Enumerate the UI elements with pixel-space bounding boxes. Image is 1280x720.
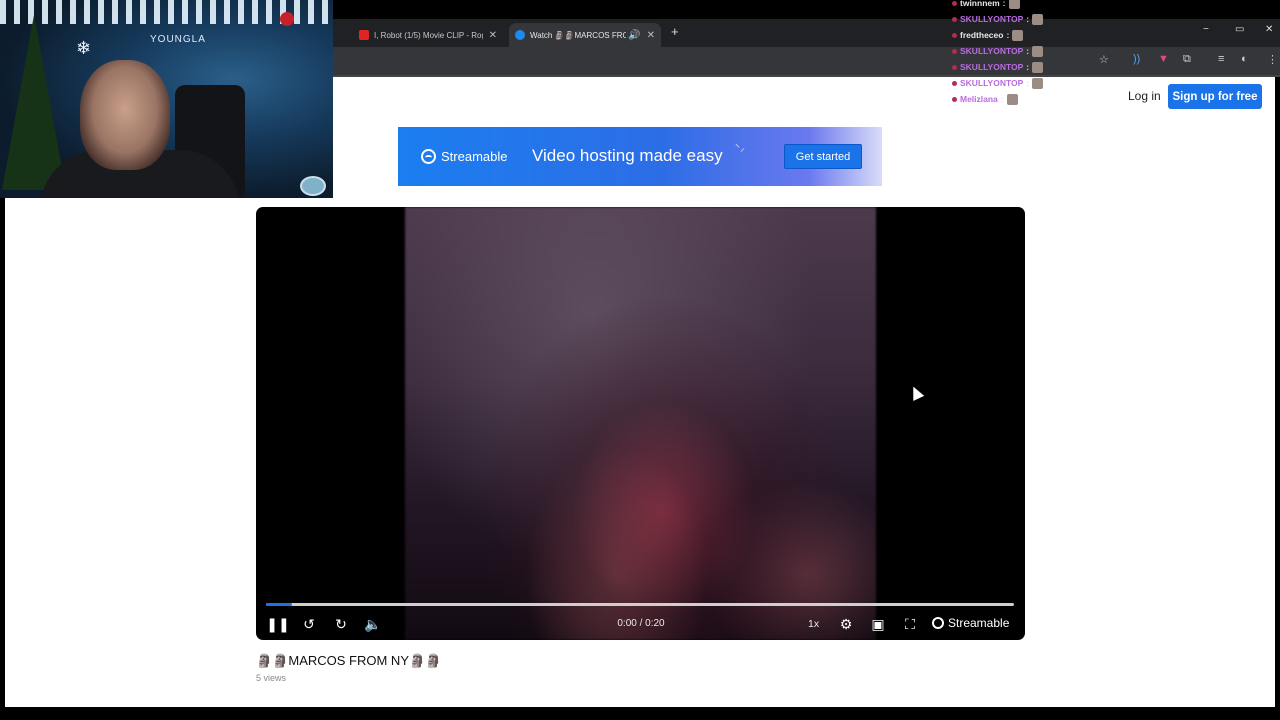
chat-separator: : bbox=[1026, 46, 1030, 56]
badge-icon bbox=[952, 96, 957, 102]
snow-globe-icon bbox=[300, 176, 326, 196]
chat-separator: : bbox=[1026, 62, 1030, 72]
badge-icon bbox=[952, 80, 957, 86]
sparkle-icon: ⸌⸝ bbox=[735, 143, 745, 154]
chat-username: SKULLYONTOP bbox=[960, 14, 1024, 24]
get-started-button[interactable]: Get started bbox=[784, 144, 862, 169]
banner-logo: Streamable bbox=[421, 149, 507, 164]
screen: I, Robot (1/5) Movie CLIP - Rog ✕ Watch … bbox=[0, 0, 1280, 720]
chat-separator: : bbox=[1026, 14, 1030, 24]
signup-button[interactable]: Sign up for free bbox=[1168, 84, 1262, 109]
chat-separator: : bbox=[1006, 30, 1010, 40]
kebab-menu-icon[interactable]: ⋮ bbox=[1267, 53, 1278, 66]
forward-icon[interactable]: ↻ bbox=[333, 615, 349, 633]
tab-youtube[interactable]: I, Robot (1/5) Movie CLIP - Rog ✕ bbox=[353, 23, 503, 47]
extension-icon[interactable]: ▼ bbox=[1158, 53, 1169, 65]
promo-banner[interactable]: Streamable Video hosting made easy ⸌⸝ Ge… bbox=[398, 127, 882, 186]
streamable-logo-icon bbox=[932, 617, 944, 629]
chat-separator: : bbox=[1000, 94, 1004, 104]
badge-icon bbox=[952, 16, 957, 22]
minimize-icon[interactable]: − bbox=[1203, 24, 1209, 35]
picture-in-picture-icon[interactable]: ▣ bbox=[870, 615, 886, 633]
banner-tagline: Video hosting made easy bbox=[532, 146, 723, 165]
progress-bar[interactable] bbox=[266, 603, 1014, 606]
volume-icon[interactable]: 🔈 bbox=[364, 615, 382, 633]
video-title: 🗿🗿MARCOS FROM NY🗿🗿 bbox=[256, 653, 442, 668]
login-link[interactable]: Log in bbox=[1128, 89, 1161, 103]
emote-icon bbox=[1032, 13, 1044, 25]
snowflake-icon: ❄ bbox=[76, 38, 92, 58]
chat-username: fredtheceo bbox=[960, 30, 1004, 40]
badge-icon bbox=[952, 64, 957, 70]
chat-message: SKULLYONTOP: bbox=[952, 43, 1072, 59]
chat-message: SKULLYONTOP: bbox=[952, 59, 1072, 75]
youtube-icon bbox=[359, 30, 369, 40]
emote-icon bbox=[1012, 29, 1024, 41]
streamer-head bbox=[80, 60, 170, 170]
player-brand-label: Streamable bbox=[948, 616, 1010, 630]
media-control-icon[interactable]: ≡ bbox=[1218, 53, 1224, 65]
chat-message: Melizlana: bbox=[952, 91, 1072, 107]
chat-username: SKULLYONTOP bbox=[960, 46, 1024, 56]
badge-icon bbox=[952, 32, 957, 38]
emote-icon bbox=[1032, 45, 1044, 57]
streamable-icon bbox=[515, 30, 525, 40]
emote-icon bbox=[1006, 93, 1018, 105]
badge-icon bbox=[952, 48, 957, 54]
video-player[interactable]: ❚❚ ↺ ↻ 🔈 0:00 / 0:20 1x ⚙ ▣ ⛶ Streamable bbox=[256, 207, 1025, 640]
christmas-tree-icon bbox=[2, 15, 66, 190]
pause-icon[interactable]: ❚❚ bbox=[266, 615, 289, 633]
progress-fill bbox=[266, 603, 293, 606]
chat-message: fredtheceo: bbox=[952, 27, 1072, 43]
chat-message: SKULLYONTOP: bbox=[952, 11, 1072, 27]
badge-icon bbox=[952, 0, 957, 6]
emote-icon bbox=[1032, 61, 1044, 73]
new-tab-button[interactable]: + bbox=[671, 24, 679, 39]
wall-logo: YOUNGLA bbox=[150, 34, 206, 45]
banner-brand: Streamable bbox=[441, 149, 508, 164]
webcam-overlay: ❄ YOUNGLA bbox=[0, 0, 333, 198]
chat-overlay: twinnnem: SKULLYONTOP: fredtheceo: SKULLYON… bbox=[952, 0, 1072, 107]
profile-avatar[interactable]: ◐ bbox=[1241, 53, 1248, 65]
close-window-icon[interactable]: ✕ bbox=[1265, 24, 1273, 35]
chat-username: SKULLYONTOP bbox=[960, 62, 1024, 72]
speaker-icon[interactable]: 🔊 bbox=[628, 30, 640, 41]
extension-translate-icon[interactable]: )) bbox=[1133, 53, 1140, 65]
chat-username: twinnnem bbox=[960, 0, 1000, 8]
browser-toolbar: ☆ )) ▼ ⧉ ≡ ◐ ⋮ bbox=[333, 47, 1280, 75]
tab-streamable[interactable]: Watch 🗿🗿MARCOS FROM 🔊 ✕ bbox=[509, 23, 661, 47]
tab-title: I, Robot (1/5) Movie CLIP - Rog bbox=[374, 30, 483, 40]
fullscreen-icon[interactable]: ⛶ bbox=[902, 615, 918, 633]
bookmark-star-icon[interactable]: ☆ bbox=[1099, 53, 1109, 66]
streamable-logo-icon bbox=[421, 149, 436, 164]
restore-icon[interactable]: ▭ bbox=[1235, 24, 1244, 35]
chat-username: Melizlana bbox=[960, 94, 998, 104]
chat-message: SKULLYONTOP: bbox=[952, 75, 1072, 91]
video-frame[interactable] bbox=[405, 207, 876, 640]
close-tab-icon[interactable]: ✕ bbox=[489, 30, 497, 41]
ornament-icon bbox=[280, 12, 294, 26]
tab-title: Watch 🗿🗿MARCOS FROM bbox=[530, 30, 627, 40]
emote-icon bbox=[1032, 77, 1044, 89]
playback-speed-button[interactable]: 1x bbox=[808, 618, 819, 630]
emote-icon bbox=[1008, 0, 1020, 9]
player-brand[interactable]: Streamable bbox=[932, 616, 1009, 630]
chat-separator: : bbox=[1026, 78, 1030, 88]
time-display: 0:00 / 0:20 bbox=[617, 618, 665, 629]
chat-username: SKULLYONTOP bbox=[960, 78, 1024, 88]
rewind-icon[interactable]: ↺ bbox=[301, 615, 317, 633]
browser-tab-bar: I, Robot (1/5) Movie CLIP - Rog ✕ Watch … bbox=[333, 19, 1280, 47]
chat-message: twinnnem: bbox=[952, 0, 1072, 11]
settings-gear-icon[interactable]: ⚙ bbox=[838, 615, 854, 633]
close-tab-icon[interactable]: ✕ bbox=[647, 30, 655, 41]
view-count: 5 views bbox=[256, 673, 287, 683]
chat-separator: : bbox=[1002, 0, 1006, 8]
puzzle-icon[interactable]: ⧉ bbox=[1183, 53, 1191, 66]
